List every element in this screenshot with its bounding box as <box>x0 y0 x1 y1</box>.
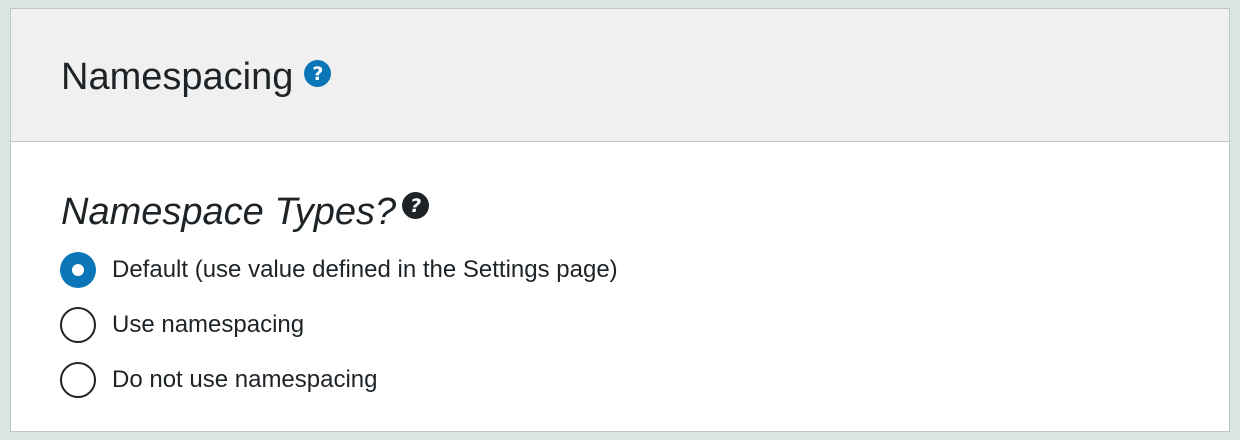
section-help-question-icon[interactable]: ? <box>402 192 430 219</box>
help-question-icon[interactable]: ? <box>304 60 332 87</box>
radio-option-label[interactable]: Default (use value defined in the Settin… <box>112 255 618 285</box>
section-heading-text: Namespace Types? <box>61 191 397 233</box>
radio-button[interactable] <box>60 307 96 343</box>
panel-title: Namespacing ? <box>61 55 332 99</box>
panel-title-text: Namespacing <box>61 56 294 98</box>
panel-header: Namespacing ? <box>11 9 1229 142</box>
radio-option-use-namespacing[interactable]: Use namespacing <box>60 307 304 343</box>
radio-button[interactable] <box>60 362 96 398</box>
radio-option-do-not-use-namespacing[interactable]: Do not use namespacing <box>60 362 378 398</box>
radio-option-label[interactable]: Do not use namespacing <box>112 365 378 395</box>
section-heading: Namespace Types? ? <box>61 190 430 234</box>
radio-dot <box>72 264 84 276</box>
radio-option-default[interactable]: Default (use value defined in the Settin… <box>60 252 618 288</box>
namespacing-panel: Namespacing ? Namespace Types? ? Default… <box>10 8 1230 432</box>
radio-option-label[interactable]: Use namespacing <box>112 310 304 340</box>
radio-button-checked[interactable] <box>60 252 96 288</box>
